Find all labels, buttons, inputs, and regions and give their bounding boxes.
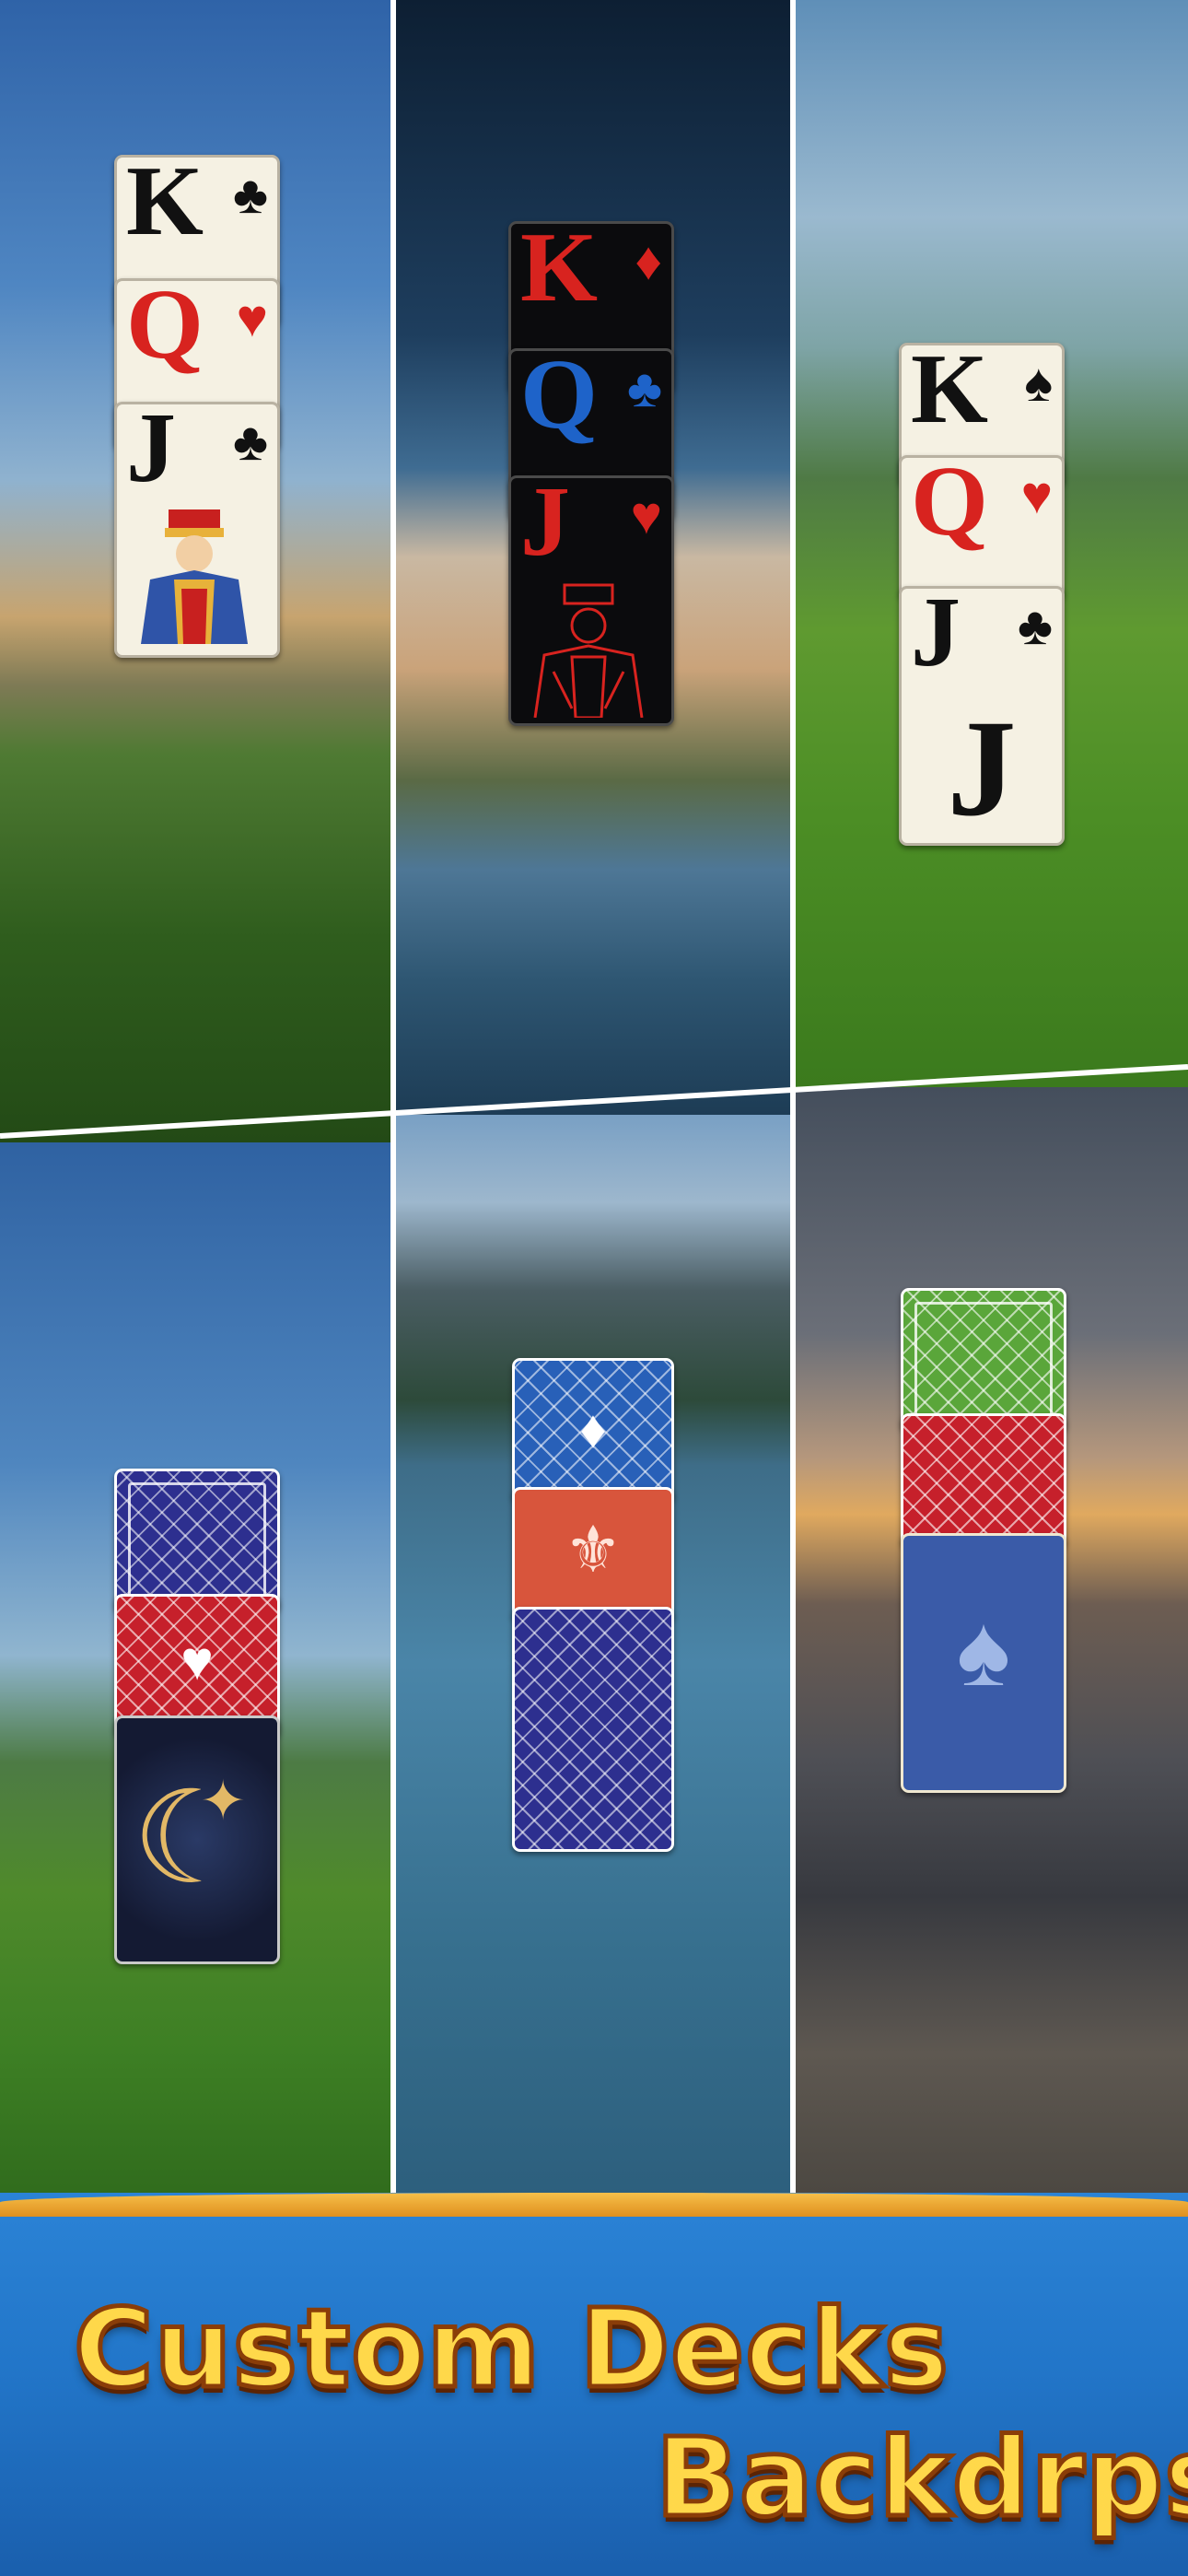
card-rank: K (126, 155, 204, 256)
card-back-blue-lattice[interactable]: ♦ (512, 1358, 674, 1502)
card-back-red-lattice[interactable] (901, 1413, 1066, 1548)
diamond-emblem-icon: ♦ (579, 1399, 607, 1459)
heart-icon: ♥ (181, 1630, 214, 1692)
club-suit-icon: ♣ (1017, 596, 1053, 656)
card-rank: Q (126, 278, 204, 380)
star-icon: ✦ (200, 1770, 247, 1832)
spade-emblem-icon: ♠ (956, 1594, 1011, 1707)
card-back-frame (914, 1302, 1053, 1418)
card-center-rank: J (947, 692, 1017, 845)
banner-rim (0, 2193, 1188, 2217)
heart-suit-icon: ♥ (236, 288, 268, 348)
card-rank: J (911, 586, 961, 687)
card-jack-clubs-plain[interactable]: J ♣ J (899, 586, 1065, 846)
heart-suit-icon: ♥ (1020, 465, 1053, 525)
card-rank: K (911, 343, 989, 444)
card-back-frame (128, 1482, 266, 1598)
jack-portrait-icon (141, 509, 248, 644)
promo-banner: Custom Decks Backdrps (0, 2193, 1188, 2576)
diamond-suit-icon: ♦ (635, 231, 662, 291)
divider-diagonal (0, 1064, 1188, 1139)
jack-outline-portrait-icon (533, 583, 644, 718)
card-rank: J (126, 402, 176, 503)
club-suit-icon: ♣ (232, 165, 268, 225)
card-jack-clubs[interactable]: J ♣ (114, 402, 280, 658)
card-back-royal-damask[interactable]: ♠ (901, 1533, 1066, 1793)
card-queen-hearts[interactable]: Q ♥ (899, 455, 1065, 599)
card-jack-hearts[interactable]: J ♥ (508, 475, 674, 726)
card-back-coral-fleur[interactable]: ⚜ (512, 1487, 674, 1622)
card-back-navy-diamond[interactable] (114, 1469, 280, 1612)
card-rank: K (520, 221, 599, 322)
club-suit-icon: ♣ (232, 412, 268, 472)
heart-suit-icon: ♥ (630, 486, 662, 545)
card-back-night-moon[interactable]: ☾ ✦ (114, 1715, 280, 1964)
spade-suit-icon: ♠ (1024, 353, 1053, 413)
card-back-green-lattice[interactable] (901, 1288, 1066, 1432)
card-rank: J (520, 475, 570, 577)
club-suit-icon: ♣ (626, 358, 662, 418)
card-rank: Q (911, 455, 989, 556)
fleur-icon: ⚜ (564, 1514, 623, 1586)
card-rank: Q (520, 348, 599, 450)
card-back-navy-lattice[interactable] (512, 1607, 674, 1852)
headline-line-2: Backdrps (653, 2412, 1188, 2544)
headline-line-1: Custom Decks (72, 2283, 951, 2415)
